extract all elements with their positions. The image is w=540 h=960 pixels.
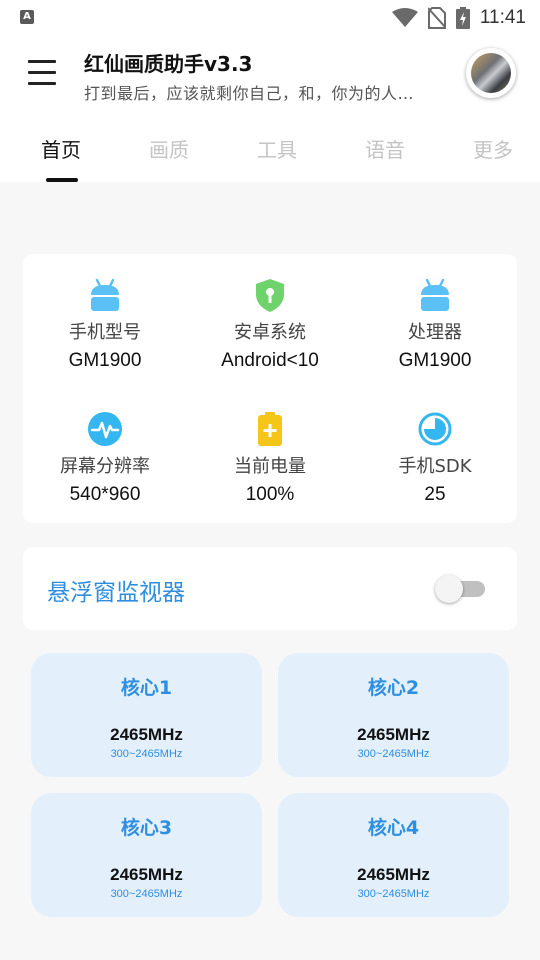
info-value: 100% xyxy=(245,484,295,505)
core-name: 核心1 xyxy=(120,677,173,699)
info-battery-level: 当前电量 100% xyxy=(188,412,352,506)
info-value: GM1900 xyxy=(68,350,142,371)
core-frequency: 2465MHz xyxy=(357,725,430,744)
wifi-icon xyxy=(391,8,418,27)
info-label: 手机型号 xyxy=(69,322,141,343)
no-sim-icon xyxy=(427,7,446,29)
core-frequency: 2465MHz xyxy=(110,725,183,744)
tab-home[interactable]: 首页 xyxy=(41,134,81,163)
menu-icon-line xyxy=(28,60,56,63)
core-range: 300~2465MHz xyxy=(357,748,430,760)
floating-monitor-toggle[interactable] xyxy=(435,575,487,603)
core-card-4[interactable]: 核心4 2465MHz 300~2465MHz xyxy=(278,793,509,917)
info-label: 屏幕分辨率 xyxy=(60,456,150,477)
status-icons: 11:41 xyxy=(391,6,526,30)
android-icon xyxy=(91,278,119,311)
info-label: 当前电量 xyxy=(234,456,306,477)
core-name: 核心2 xyxy=(367,677,420,699)
info-value: GM1900 xyxy=(398,350,472,371)
shield-key-icon xyxy=(256,279,284,312)
pie-icon xyxy=(418,412,452,446)
toggle-knob xyxy=(435,575,463,603)
core-name: 核心4 xyxy=(367,817,420,839)
info-resolution: 屏幕分辨率 540*960 xyxy=(23,412,187,506)
core-range: 300~2465MHz xyxy=(110,748,183,760)
core-card-1[interactable]: 核心1 2465MHz 300~2465MHz xyxy=(31,653,262,777)
menu-icon-line xyxy=(28,82,56,85)
floating-monitor-card: 悬浮窗监视器 xyxy=(23,547,517,630)
battery-icon xyxy=(258,412,282,446)
info-phone-model: 手机型号 GM1900 xyxy=(23,278,187,372)
core-frequency: 2465MHz xyxy=(357,865,430,884)
avatar-image xyxy=(471,53,511,93)
menu-button[interactable] xyxy=(28,60,56,86)
core-card-2[interactable]: 核心2 2465MHz 300~2465MHz xyxy=(278,653,509,777)
status-bar: A 11:41 xyxy=(0,0,540,36)
info-processor: 处理器 GM1900 xyxy=(353,278,517,372)
info-label: 安卓系统 xyxy=(234,322,306,343)
tab-voice[interactable]: 语音 xyxy=(365,134,405,163)
tab-bar: 首页 画质 工具 语音 更多 xyxy=(0,116,540,182)
info-label: 处理器 xyxy=(408,322,462,343)
app-title: 红仙画质助手v3.3 xyxy=(84,52,253,76)
tab-indicator xyxy=(46,178,78,182)
info-android-version: 安卓系统 Android<10 xyxy=(188,278,352,372)
info-value: Android<10 xyxy=(221,350,319,371)
app-subtitle: 打到最后，应该就剩你自己，和，你为的人… xyxy=(84,84,415,103)
info-sdk: 手机SDK 25 xyxy=(353,412,517,506)
clock: 11:41 xyxy=(479,7,526,28)
floating-monitor-label: 悬浮窗监视器 xyxy=(47,580,185,606)
tab-tools[interactable]: 工具 xyxy=(257,134,297,163)
info-value: 25 xyxy=(424,484,446,505)
tab-more[interactable]: 更多 xyxy=(473,134,513,163)
battery-charging-icon xyxy=(455,7,470,29)
core-card-3[interactable]: 核心3 2465MHz 300~2465MHz xyxy=(31,793,262,917)
app-bar: 红仙画质助手v3.3 打到最后，应该就剩你自己，和，你为的人… xyxy=(0,36,540,116)
info-label: 手机SDK xyxy=(398,456,472,477)
core-frequency: 2465MHz xyxy=(110,865,183,884)
android-icon xyxy=(421,278,449,311)
notification-a-icon: A xyxy=(20,10,34,24)
tab-quality[interactable]: 画质 xyxy=(149,134,189,163)
avatar[interactable] xyxy=(466,48,516,98)
device-info-card: 手机型号 GM1900 安卓系统 Android<10 处理器 GM1900 屏… xyxy=(23,254,517,523)
info-value: 540*960 xyxy=(69,484,141,505)
core-range: 300~2465MHz xyxy=(110,888,183,900)
pulse-icon xyxy=(88,412,122,446)
core-range: 300~2465MHz xyxy=(357,888,430,900)
core-name: 核心3 xyxy=(120,817,173,839)
menu-icon-line xyxy=(28,71,56,74)
